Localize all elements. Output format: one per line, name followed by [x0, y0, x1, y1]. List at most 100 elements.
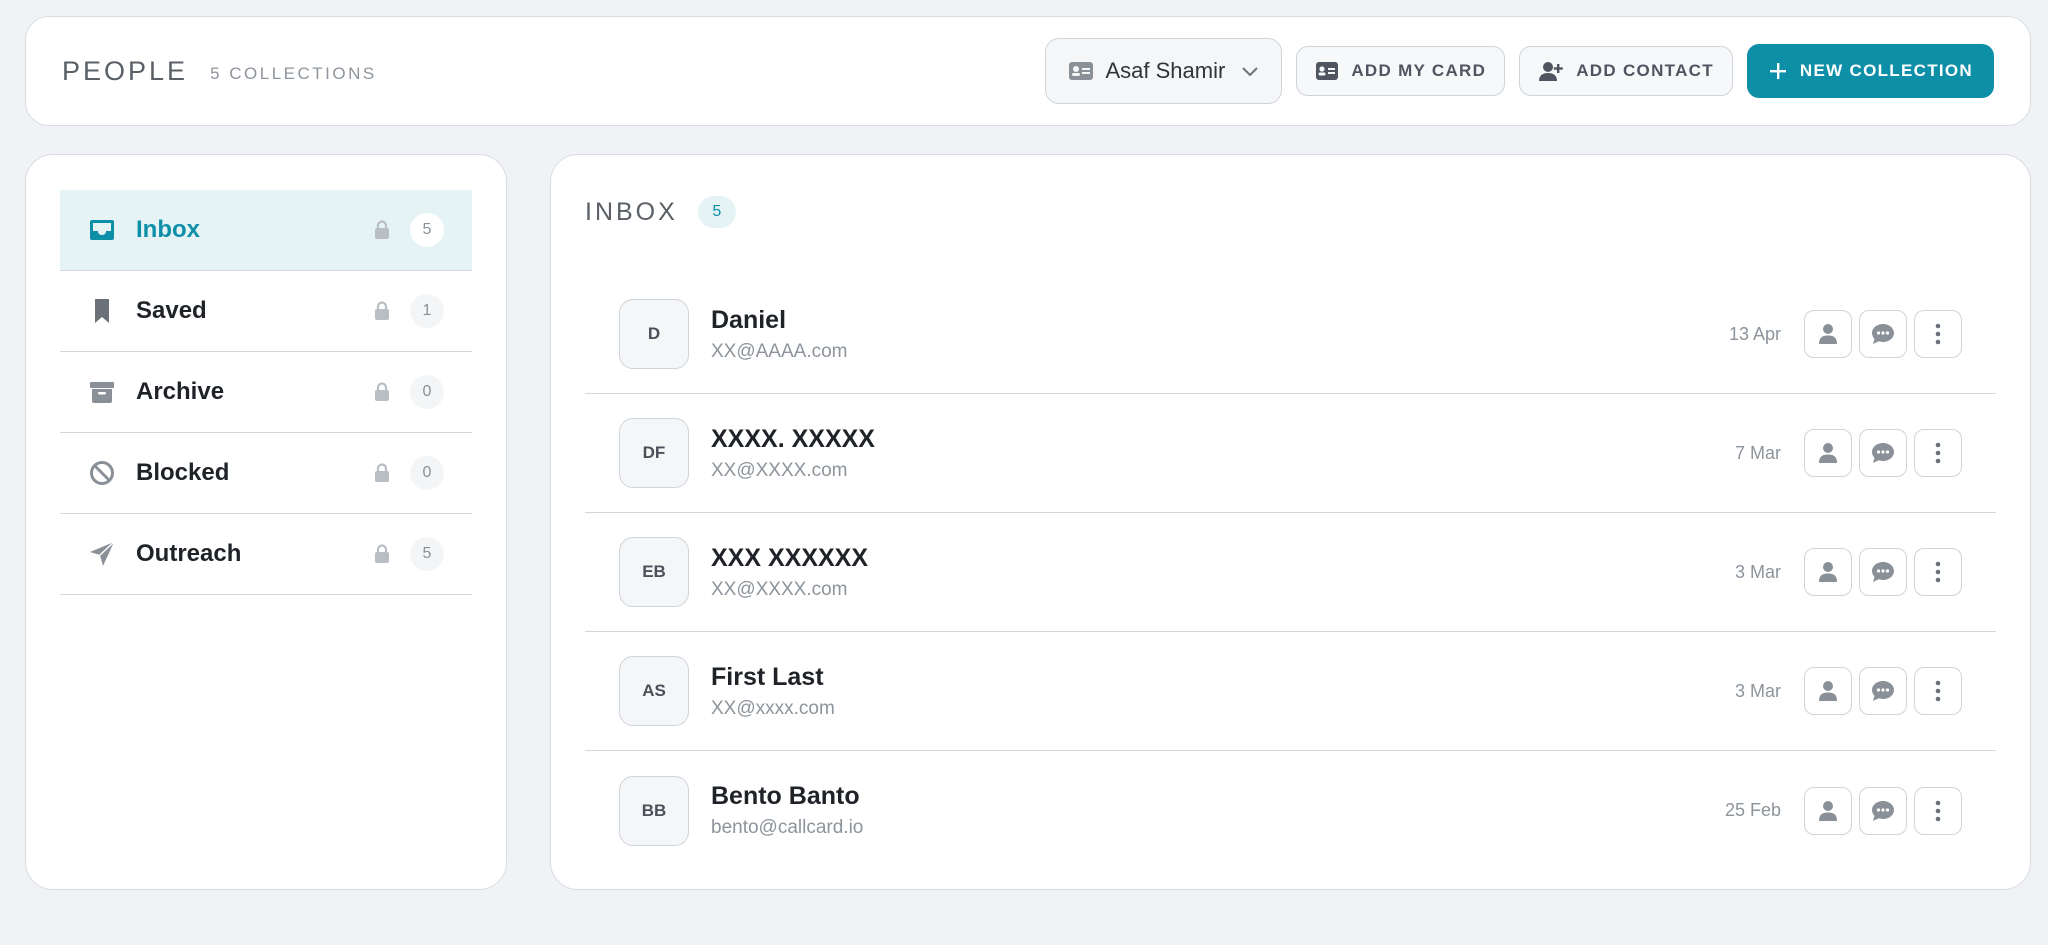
collections-sidebar: Inbox 5 Saved 1 Archive 0 Blocked 0 Outr… [25, 154, 507, 890]
contact-date: 13 Apr [1728, 323, 1781, 344]
sidebar-item-label: Saved [136, 297, 207, 324]
message-button[interactable] [1859, 786, 1907, 835]
more-options-button[interactable] [1914, 786, 1962, 835]
collections-count: 5 COLLECTIONS [210, 64, 377, 83]
contact-name: Daniel [711, 305, 787, 334]
chat-icon [1872, 800, 1894, 821]
message-button[interactable] [1859, 429, 1907, 477]
more-options-button[interactable] [1914, 548, 1962, 596]
add-user-icon [1539, 62, 1564, 81]
avatar: EB [619, 537, 689, 607]
contact-info: First Last XX@xxxx.com [711, 663, 1735, 720]
sidebar-item-count: 5 [410, 213, 444, 247]
contact-name: First Last [711, 662, 824, 691]
inbox-icon [88, 216, 116, 244]
contact-email: XX@XXXX.com [711, 459, 848, 481]
send-icon [88, 540, 116, 568]
view-profile-button[interactable] [1804, 548, 1852, 596]
contact-row[interactable]: DF XXXX. XXXXX XX@XXXX.com 7 Mar [585, 394, 1996, 513]
sidebar-item-count: 1 [410, 294, 444, 328]
avatar: DF [619, 418, 689, 488]
lock-icon [374, 220, 390, 240]
view-profile-button[interactable] [1804, 310, 1852, 358]
more-options-button[interactable] [1914, 310, 1962, 358]
bookmark-icon [88, 297, 116, 325]
add-contact-label: ADD CONTACT [1576, 61, 1714, 80]
sidebar-item-outreach[interactable]: Outreach 5 [60, 514, 472, 595]
contact-date: 7 Mar [1734, 442, 1781, 463]
top-bar: PEOPLE 5 COLLECTIONS Asaf Shamir ADD MY … [25, 16, 2031, 126]
chat-icon [1872, 681, 1894, 701]
blocked-icon [88, 459, 116, 487]
more-options-button[interactable] [1914, 429, 1962, 477]
view-profile-button[interactable] [1804, 429, 1852, 477]
panel-header: INBOX 5 [585, 155, 1996, 255]
message-button[interactable] [1859, 548, 1907, 596]
new-collection-label: NEW COLLECTION [1799, 61, 1973, 80]
contact-info: XXXX. XXXXX XX@XXXX.com [711, 425, 1735, 482]
account-name: Asaf Shamir [1105, 58, 1226, 83]
lock-icon [374, 463, 390, 483]
archive-icon [88, 378, 116, 406]
contact-date: 3 Mar [1734, 680, 1781, 701]
account-selector[interactable]: Asaf Shamir [1044, 38, 1283, 104]
more-vertical-icon [1935, 800, 1941, 821]
add-my-card-button[interactable]: ADD MY CARD [1296, 46, 1506, 96]
chat-icon [1872, 324, 1894, 344]
sidebar-item-label: Inbox [136, 216, 200, 243]
page-title: PEOPLE [62, 55, 189, 86]
sidebar-item-archive[interactable]: Archive 0 [60, 352, 472, 433]
plus-icon [1769, 63, 1786, 79]
contact-email: XX@XXXX.com [711, 578, 848, 600]
lock-icon [374, 382, 390, 402]
contact-date: 25 Feb [1724, 800, 1781, 820]
contact-name: XXXX. XXXXX [711, 424, 875, 453]
message-button[interactable] [1859, 667, 1907, 715]
contact-email: bento@callcard.io [711, 817, 864, 838]
id-card-icon [1068, 62, 1093, 80]
contact-date: 3 Mar [1734, 561, 1781, 582]
new-collection-button[interactable]: NEW COLLECTION [1746, 44, 1994, 98]
more-vertical-icon [1935, 442, 1941, 464]
more-vertical-icon [1935, 680, 1941, 702]
contact-info: Daniel XX@AAAA.com [711, 306, 1729, 363]
message-button[interactable] [1859, 310, 1907, 358]
person-icon [1819, 324, 1837, 344]
sidebar-item-blocked[interactable]: Blocked 0 [60, 433, 472, 514]
avatar: AS [619, 656, 689, 726]
contact-row[interactable]: D Daniel XX@AAAA.com 13 Apr [585, 275, 1996, 394]
lock-icon [374, 301, 390, 321]
person-icon [1819, 443, 1837, 463]
contact-email: XX@AAAA.com [711, 340, 848, 362]
person-icon [1819, 562, 1837, 582]
sidebar-item-label: Archive [136, 378, 225, 405]
view-profile-button[interactable] [1804, 786, 1852, 835]
add-my-card-label: ADD MY CARD [1351, 61, 1487, 80]
contact-row[interactable]: BB Bento Banto bento@callcard.io 25 Feb [585, 751, 1996, 870]
panel-title: INBOX [585, 197, 678, 226]
avatar: D [619, 299, 689, 369]
more-options-button[interactable] [1914, 667, 1962, 715]
contact-row[interactable]: AS First Last XX@xxxx.com 3 Mar [585, 632, 1996, 751]
person-icon [1819, 681, 1837, 701]
contact-info: XXX XXXXXX XX@XXXX.com [711, 544, 1735, 601]
sidebar-item-count: 0 [410, 456, 444, 490]
contacts-panel: INBOX 5 D Daniel XX@AAAA.com 13 Apr DF X [550, 154, 2031, 890]
sidebar-item-label: Outreach [136, 540, 242, 567]
sidebar-item-saved[interactable]: Saved 1 [60, 271, 472, 352]
sidebar-item-inbox[interactable]: Inbox 5 [60, 190, 472, 271]
sidebar-item-label: Blocked [136, 459, 230, 486]
contact-name: Bento Banto [711, 782, 860, 810]
add-contact-button[interactable]: ADD CONTACT [1519, 46, 1733, 96]
view-profile-button[interactable] [1804, 667, 1852, 715]
contact-name: XXX XXXXXX [711, 543, 869, 572]
more-vertical-icon [1935, 561, 1941, 583]
chevron-down-icon [1242, 67, 1259, 77]
chat-icon [1872, 443, 1894, 463]
chat-icon [1872, 562, 1894, 582]
panel-count-badge: 5 [697, 196, 736, 228]
contact-info: Bento Banto bento@callcard.io [711, 782, 1725, 839]
contact-row[interactable]: EB XXX XXXXXX XX@XXXX.com 3 Mar [585, 513, 1996, 632]
sidebar-item-count: 0 [410, 375, 444, 409]
avatar: BB [619, 775, 689, 846]
